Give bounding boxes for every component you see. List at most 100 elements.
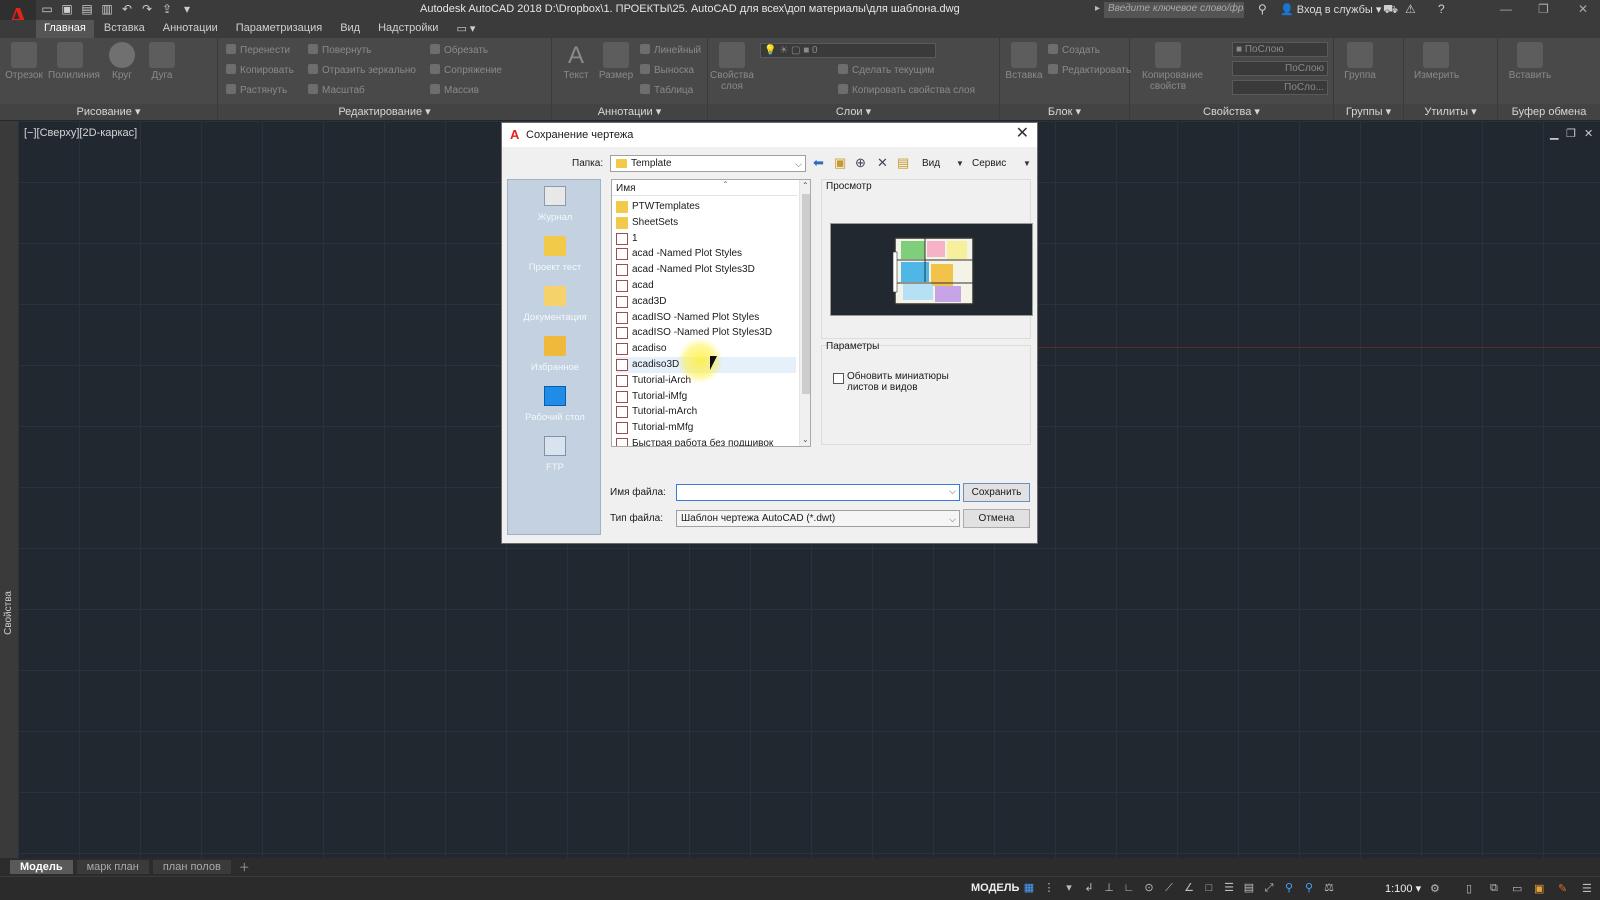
leader-tool[interactable]: Выноска <box>640 64 694 76</box>
mirror-tool[interactable]: Отразить зеркально <box>308 64 416 76</box>
scroll-up-icon[interactable]: ⌃ <box>802 181 809 190</box>
transparency-icon[interactable]: ▤ <box>1242 881 1256 895</box>
rotate-tool[interactable]: Повернуть <box>308 44 371 56</box>
file-list-item[interactable]: acadISO -Named Plot Styles3D <box>616 325 796 341</box>
tab-layout-mark-plan[interactable]: марк план <box>76 860 149 874</box>
lineweight-combo[interactable]: ПоСло... <box>1232 80 1328 95</box>
isodraft-icon[interactable]: ⟋ <box>1162 881 1176 895</box>
paste-tool[interactable]: Вставить <box>1508 42 1552 81</box>
vertical-scroll-thumb[interactable] <box>802 194 810 394</box>
linear-dim-tool[interactable]: Линейный <box>640 44 701 56</box>
properties-palette-collapsed[interactable]: Свойства <box>0 121 18 858</box>
scale-tool[interactable]: Масштаб <box>308 84 365 96</box>
close-window-icon[interactable]: ✕ <box>1578 2 1588 16</box>
search-web-icon[interactable]: ⊕ <box>855 156 866 170</box>
print-icon[interactable]: ▥ <box>100 2 114 16</box>
place-history[interactable]: Журнал <box>508 186 602 223</box>
array-tool[interactable]: Массив <box>430 84 479 96</box>
delete-icon[interactable]: ✕ <box>877 156 888 170</box>
filetype-select[interactable]: Шаблон чертежа AutoCAD (*.dwt) ⌵ <box>676 510 960 527</box>
isolate-objects-icon[interactable]: ▯ <box>1466 882 1472 895</box>
vertical-scrollbar[interactable]: ⌃ ⌄ <box>799 180 810 446</box>
move-tool[interactable]: Перенести <box>226 44 290 56</box>
panel-groups-title[interactable]: Группы ▾ <box>1334 104 1403 120</box>
panel-clipboard-title[interactable]: Буфер обмена <box>1498 104 1600 120</box>
viewport-restore-icon[interactable]: ❐ <box>1566 127 1576 140</box>
trim-tool[interactable]: Обрезать <box>430 44 488 56</box>
panel-draw-title[interactable]: Рисование ▾ <box>0 104 217 120</box>
help-search-input[interactable]: Введите ключевое слово/фразу <box>1104 2 1244 18</box>
tab-layout-floor-plan[interactable]: план полов <box>152 860 231 874</box>
layer-combo[interactable]: 💡 ☀ ▢ ■ 0 <box>760 43 936 58</box>
line-tool[interactable]: Отрезок <box>2 42 46 81</box>
clean-screen-icon[interactable]: ▭ <box>1512 882 1522 895</box>
file-list[interactable]: Имя ⌃ PTWTemplates SheetSets 1 acad -Named P… <box>611 179 811 447</box>
place-ftp[interactable]: FTP <box>508 436 602 473</box>
add-layout-icon[interactable]: ＋ <box>235 858 254 876</box>
redo-icon[interactable]: ↷ <box>140 2 154 16</box>
file-list-item[interactable]: acad <box>616 278 796 294</box>
tools-menu-arrow-icon[interactable]: ▼ <box>1023 159 1031 168</box>
object-snap-tracking-icon[interactable]: ∠ <box>1182 881 1196 895</box>
text-tool[interactable]: A Текст <box>554 42 598 81</box>
panel-annotation-title[interactable]: Аннотации ▾ <box>552 104 707 120</box>
make-current-tool[interactable]: Сделать текущим <box>838 64 934 76</box>
infer-constraints-icon[interactable]: ↲ <box>1082 881 1096 895</box>
selection-cycling-icon[interactable]: ⤢ <box>1262 881 1276 895</box>
file-list-item[interactable]: 1 <box>616 231 796 247</box>
undo-icon[interactable]: ↶ <box>120 2 134 16</box>
tab-insert[interactable]: Вставка <box>96 20 153 38</box>
place-desktop[interactable]: Рабочий стол <box>508 386 602 423</box>
match-properties-tool[interactable]: Копирование свойств <box>1142 42 1203 92</box>
fillet-tool[interactable]: Сопряжение <box>430 64 502 76</box>
file-list-item[interactable]: Tutorial-mMfg <box>616 420 796 436</box>
chevron-down-icon[interactable]: ⌵ <box>949 486 956 497</box>
panel-properties-title[interactable]: Свойства ▾ <box>1130 104 1333 120</box>
cart-icon[interactable]: ⛟ <box>1383 2 1398 18</box>
tab-parametric[interactable]: Параметризация <box>228 20 330 38</box>
save-as-icon[interactable]: ▤ <box>80 2 94 16</box>
stretch-tool[interactable]: Растянуть <box>226 84 287 96</box>
model-space-toggle[interactable]: МОДЕЛЬ <box>971 882 1019 894</box>
polyline-tool[interactable]: Полилиния <box>48 42 100 81</box>
tab-addins[interactable]: Надстройки <box>370 20 446 38</box>
copy-tool[interactable]: Копировать <box>226 64 294 76</box>
tools-menu[interactable]: Сервис <box>972 158 1006 169</box>
panel-modify-title[interactable]: Редактирование ▾ <box>218 104 551 120</box>
tab-view[interactable]: Вид <box>332 20 368 38</box>
save-icon[interactable]: ▣ <box>60 2 74 16</box>
restore-icon[interactable]: ❐ <box>1538 2 1549 16</box>
tab-annotate[interactable]: Аннотации <box>155 20 226 38</box>
edit-block-tool[interactable]: Редактировать <box>1048 64 1131 76</box>
annotation-scale[interactable]: 1:100 ▾ <box>1385 882 1421 895</box>
binoculars-icon[interactable]: ⚲ <box>1258 2 1267 16</box>
search-expand-icon[interactable]: ▸ <box>1095 3 1100 14</box>
color-combo[interactable]: ■ ПоСлою <box>1232 42 1328 57</box>
folder-list-item[interactable]: PTWTemplates <box>616 199 796 215</box>
dimension-tool[interactable]: Размер <box>594 42 638 81</box>
minimize-icon[interactable]: — <box>1500 2 1512 16</box>
circle-tool[interactable]: Круг <box>100 42 144 81</box>
grid-icon[interactable]: ▦ <box>1022 881 1036 895</box>
ribbon-options-icon[interactable]: ▭ ▾ <box>448 20 483 38</box>
back-icon[interactable]: ⬅ <box>813 156 824 170</box>
place-documents[interactable]: Документация <box>508 286 602 323</box>
polar-tracking-icon[interactable]: ⊙ <box>1142 881 1156 895</box>
place-project-test[interactable]: Проект тест <box>508 236 602 273</box>
viewport-controls-label[interactable]: [−][Сверху][2D-каркас] <box>24 127 137 139</box>
file-list-item[interactable]: acad -Named Plot Styles <box>616 246 796 262</box>
panel-utilities-title[interactable]: Утилиты ▾ <box>1404 104 1497 120</box>
linetype-combo[interactable]: ПоСлою <box>1232 61 1328 76</box>
file-list-item[interactable]: Быстрая работа без подшивок <box>616 436 796 446</box>
annotation-scale-icon[interactable]: ⚖ <box>1322 881 1336 895</box>
object-snap-icon[interactable]: □ <box>1202 881 1216 895</box>
table-tool[interactable]: Таблица <box>640 84 693 96</box>
dynamic-input-icon[interactable]: ⊥ <box>1102 881 1116 895</box>
folder-list-item[interactable]: SheetSets <box>616 215 796 231</box>
filename-input[interactable]: ⌵ <box>676 484 960 501</box>
lineweight-icon[interactable]: ☰ <box>1222 881 1236 895</box>
customize-status-bar-icon[interactable]: ☰ <box>1582 882 1592 895</box>
auto-scale-icon[interactable]: ⚲ <box>1302 881 1316 895</box>
open-icon[interactable]: ▭ <box>40 2 54 16</box>
sign-in-button[interactable]: 👤 Вход в службы ▾ <box>1280 3 1381 16</box>
